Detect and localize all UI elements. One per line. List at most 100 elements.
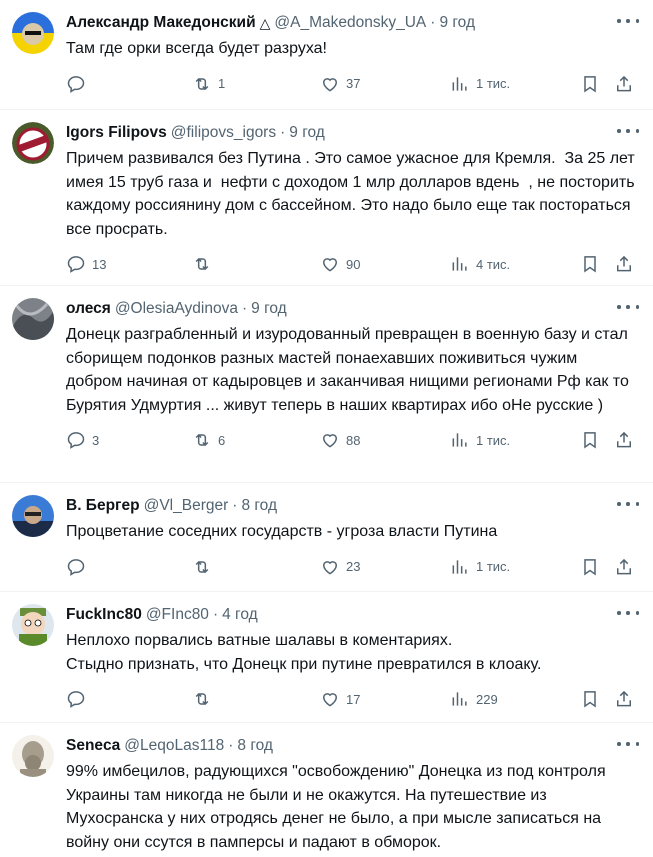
timestamp[interactable]: 9 год [251, 300, 287, 318]
share-button[interactable] [614, 429, 634, 451]
author-name[interactable]: Igors Filipovs [66, 124, 167, 142]
retweet-button[interactable] [192, 556, 218, 578]
share-button[interactable] [614, 556, 634, 578]
author-handle[interactable]: @A_Makedonsky_UA [274, 14, 426, 32]
views-button[interactable]: 1 тис. [450, 429, 510, 451]
action-bar: 23 1 тис. [66, 544, 637, 590]
more-options-icon[interactable] [617, 298, 639, 316]
views-button[interactable]: 229 [450, 688, 498, 710]
retweet-icon [195, 692, 209, 706]
view-count: 1 тис. [476, 432, 511, 448]
like-button[interactable]: 88 [320, 429, 360, 451]
share-button[interactable] [614, 73, 634, 95]
view-count: 229 [476, 691, 498, 707]
heart-icon [322, 693, 338, 707]
tweet[interactable]: Seneca @LeqoLas118 · 8 год 99% имбецилов… [0, 723, 653, 857]
separator-dot: · [232, 497, 238, 514]
reply-count: 13 [92, 256, 107, 272]
reply-button[interactable] [66, 556, 92, 578]
timestamp[interactable]: 8 год [237, 737, 273, 755]
analytics-icon [452, 559, 467, 574]
like-button[interactable]: 37 [320, 73, 360, 95]
timestamp[interactable]: 9 год [439, 14, 475, 32]
bookmark-icon [584, 558, 596, 576]
tweet[interactable]: FuckInc80 @FInc80 · 4 год Неплохо порвал… [0, 592, 653, 723]
author-name[interactable]: олеся [66, 300, 111, 318]
reply-feed: Александр Македонский △ @A_Makedonsky_UA… [0, 0, 653, 857]
reply-button[interactable] [66, 688, 92, 710]
tweet[interactable]: Александр Македонский △ @A_Makedonsky_UA… [0, 0, 653, 110]
reply-button[interactable]: 13 [66, 253, 106, 275]
reply-icon [67, 558, 85, 576]
author-name[interactable]: В. Бергер [66, 497, 140, 515]
author-handle[interactable]: @OlesiaAydinova [115, 300, 238, 318]
action-bar: 1 37 1 тис. [66, 61, 637, 107]
author-handle[interactable]: @FInc80 [146, 606, 209, 624]
share-icon [617, 431, 631, 448]
views-button[interactable]: 1 тис. [450, 556, 510, 578]
author-handle[interactable]: @LeqoLas118 [124, 737, 224, 755]
bookmark-icon [584, 691, 596, 708]
tweet-text: Донецк разграбленный и изуродованный пре… [66, 326, 634, 414]
tweet-header: Александр Македонский △ @A_Makedonsky_UA… [66, 11, 637, 35]
author-handle[interactable]: @Vl_Berger [144, 497, 229, 515]
share-icon [617, 558, 631, 574]
bookmark-button[interactable] [580, 429, 600, 451]
share-button[interactable] [614, 253, 634, 275]
heart-icon [322, 560, 338, 575]
share-button[interactable] [614, 688, 634, 710]
bookmark-button[interactable] [580, 688, 600, 710]
retweet-button[interactable]: 1 [192, 73, 225, 95]
like-button[interactable]: 17 [320, 688, 360, 710]
tweet[interactable]: Igors Filipovs @filipovs_igors · 9 год П… [0, 110, 653, 286]
tweet-text: 99% имбецилов, радующихся "освобождению"… [66, 763, 611, 851]
avatar[interactable] [12, 122, 54, 164]
tweet-text: Неплохо порвались ватные шалавы в комент… [66, 632, 542, 673]
retweet-button[interactable] [192, 253, 218, 275]
separator-dot: · [212, 606, 219, 623]
more-options-icon[interactable] [617, 122, 639, 140]
avatar[interactable] [12, 12, 54, 54]
avatar[interactable] [12, 604, 54, 646]
timestamp[interactable]: 9 год [289, 124, 325, 142]
author-handle[interactable]: @filipovs_igors [171, 124, 276, 142]
like-button[interactable]: 23 [320, 556, 360, 578]
bookmark-button[interactable] [580, 253, 600, 275]
avatar[interactable] [12, 735, 54, 777]
more-options-icon[interactable] [617, 495, 639, 513]
retweet-button[interactable]: 6 [192, 429, 225, 451]
like-button[interactable]: 90 [320, 253, 360, 275]
avatar[interactable] [12, 495, 54, 537]
more-options-icon[interactable] [617, 12, 639, 30]
bookmark-button[interactable] [580, 556, 600, 578]
bookmark-icon [584, 75, 596, 93]
timestamp[interactable]: 4 год [222, 606, 258, 624]
heart-icon [322, 77, 338, 92]
like-count: 23 [346, 559, 361, 574]
reply-icon [67, 691, 85, 708]
more-options-icon[interactable] [617, 604, 639, 622]
more-options-icon[interactable] [617, 735, 639, 753]
action-bar: 17 229 [66, 676, 637, 722]
tweet[interactable]: В. Бергер @Vl_Berger · 8 год Процветание… [0, 483, 653, 592]
retweet-icon [195, 77, 209, 90]
like-count: 90 [346, 256, 361, 272]
analytics-icon [452, 257, 467, 271]
share-icon [617, 255, 631, 272]
views-button[interactable]: 1 тис. [450, 73, 510, 95]
tweet[interactable]: олеся @OlesiaAydinova · 9 год Донецк раз… [0, 286, 653, 483]
reply-button[interactable]: 3 [66, 429, 99, 451]
like-count: 37 [346, 76, 361, 91]
heart-icon [322, 258, 338, 272]
views-button[interactable]: 4 тис. [450, 253, 510, 275]
heart-icon [322, 434, 338, 448]
bookmark-button[interactable] [580, 73, 600, 95]
author-name[interactable]: Seneca [66, 737, 120, 755]
reply-button[interactable] [66, 73, 92, 95]
author-name[interactable]: Александр Македонский [66, 14, 256, 32]
author-name[interactable]: FuckInc80 [66, 606, 142, 624]
avatar[interactable] [12, 298, 54, 340]
retweet-button[interactable] [192, 688, 218, 710]
timestamp[interactable]: 8 год [241, 497, 277, 515]
analytics-icon [452, 76, 467, 91]
